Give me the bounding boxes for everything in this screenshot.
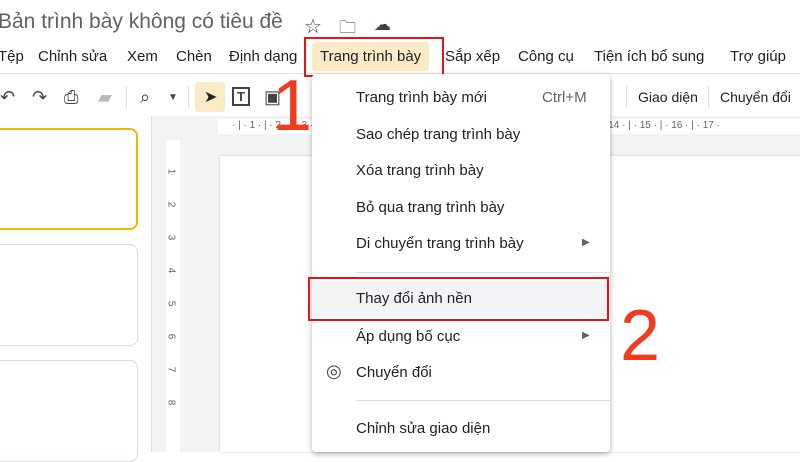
menu-item-duplicate-slide[interactable]: Sao chép trang trình bày xyxy=(312,118,610,152)
slide-menu-dropdown: Trang trình bày mới Ctrl+M Sao chép trang… xyxy=(312,74,610,452)
slide-thumbnail-2[interactable] xyxy=(0,244,138,346)
ruler-label: 4 xyxy=(165,267,177,274)
menu-arrange[interactable]: Sắp xếp xyxy=(445,48,500,65)
menu-help[interactable]: Trợ giúp xyxy=(730,48,786,65)
menu-insert[interactable]: Chèn xyxy=(176,48,212,65)
submenu-arrow-icon: ▶ xyxy=(582,330,590,341)
menu-item-new-slide[interactable]: Trang trình bày mới Ctrl+M xyxy=(312,81,610,115)
menu-item-transition[interactable]: ◎ Chuyển đổi xyxy=(312,356,610,390)
menu-item-move-slide[interactable]: Di chuyển trang trình bày ▶ xyxy=(312,227,610,261)
ruler-label: 2 xyxy=(165,201,177,208)
print-icon[interactable]: ⎙ xyxy=(64,87,78,108)
ruler-label: 1 xyxy=(165,168,177,175)
undo-icon[interactable]: ↶ xyxy=(0,87,15,108)
menu-view[interactable]: Xem xyxy=(127,48,158,65)
star-icon[interactable]: ☆ xyxy=(304,14,322,39)
filmstrip xyxy=(0,116,152,462)
ruler-label: 8 xyxy=(165,399,177,406)
menu-edit[interactable]: Chỉnh sửa xyxy=(38,48,107,65)
ruler-label: 6 xyxy=(165,333,177,340)
textbox-icon[interactable]: T xyxy=(232,87,250,106)
menu-addons[interactable]: Tiện ích bổ sung xyxy=(594,48,704,65)
transition-icon: ◎ xyxy=(326,361,342,381)
paint-format-icon[interactable]: ▰ xyxy=(98,87,112,108)
ruler-label: 5 xyxy=(165,300,177,307)
menu-item-edit-theme[interactable]: Chỉnh sửa giao diện xyxy=(312,412,610,446)
menu-tools[interactable]: Công cụ xyxy=(518,48,574,65)
menu-format[interactable]: Định dạng xyxy=(229,48,297,65)
zoom-icon[interactable]: ⌕ xyxy=(140,87,150,108)
slide-thumbnail-3[interactable] xyxy=(0,360,138,462)
step-2-annotation: 2 xyxy=(620,296,661,376)
ruler-label: 3 xyxy=(165,234,177,241)
zoom-dropdown-icon[interactable]: ▼ xyxy=(168,92,178,103)
select-tool-button[interactable]: ➤ xyxy=(195,82,225,112)
vertical-ruler[interactable]: 1 2 3 4 5 6 7 8 xyxy=(165,140,180,452)
highlight-box-step1 xyxy=(304,37,444,77)
step-1-annotation: 1 xyxy=(272,66,313,146)
document-title[interactable]: Bản trình bày không có tiêu đề xyxy=(0,10,283,34)
slide-thumbnail-1[interactable] xyxy=(0,128,138,230)
menu-item-skip-slide[interactable]: Bỏ qua trang trình bày xyxy=(312,191,610,225)
menu-item-delete-slide[interactable]: Xóa trang trình bày xyxy=(312,154,610,188)
menu-item-apply-layout[interactable]: Áp dụng bố cục ▶ xyxy=(312,320,610,354)
transition-button[interactable]: Chuyển đổi xyxy=(720,89,791,105)
theme-button[interactable]: Giao diện xyxy=(638,89,698,105)
redo-icon[interactable]: ↷ xyxy=(32,87,47,108)
ruler-label: 7 xyxy=(165,366,177,373)
submenu-arrow-icon: ▶ xyxy=(582,237,590,248)
cloud-saved-icon[interactable]: ☁ xyxy=(374,15,391,35)
highlight-box-step2 xyxy=(308,277,609,321)
menu-file[interactable]: Tệp xyxy=(0,48,24,65)
